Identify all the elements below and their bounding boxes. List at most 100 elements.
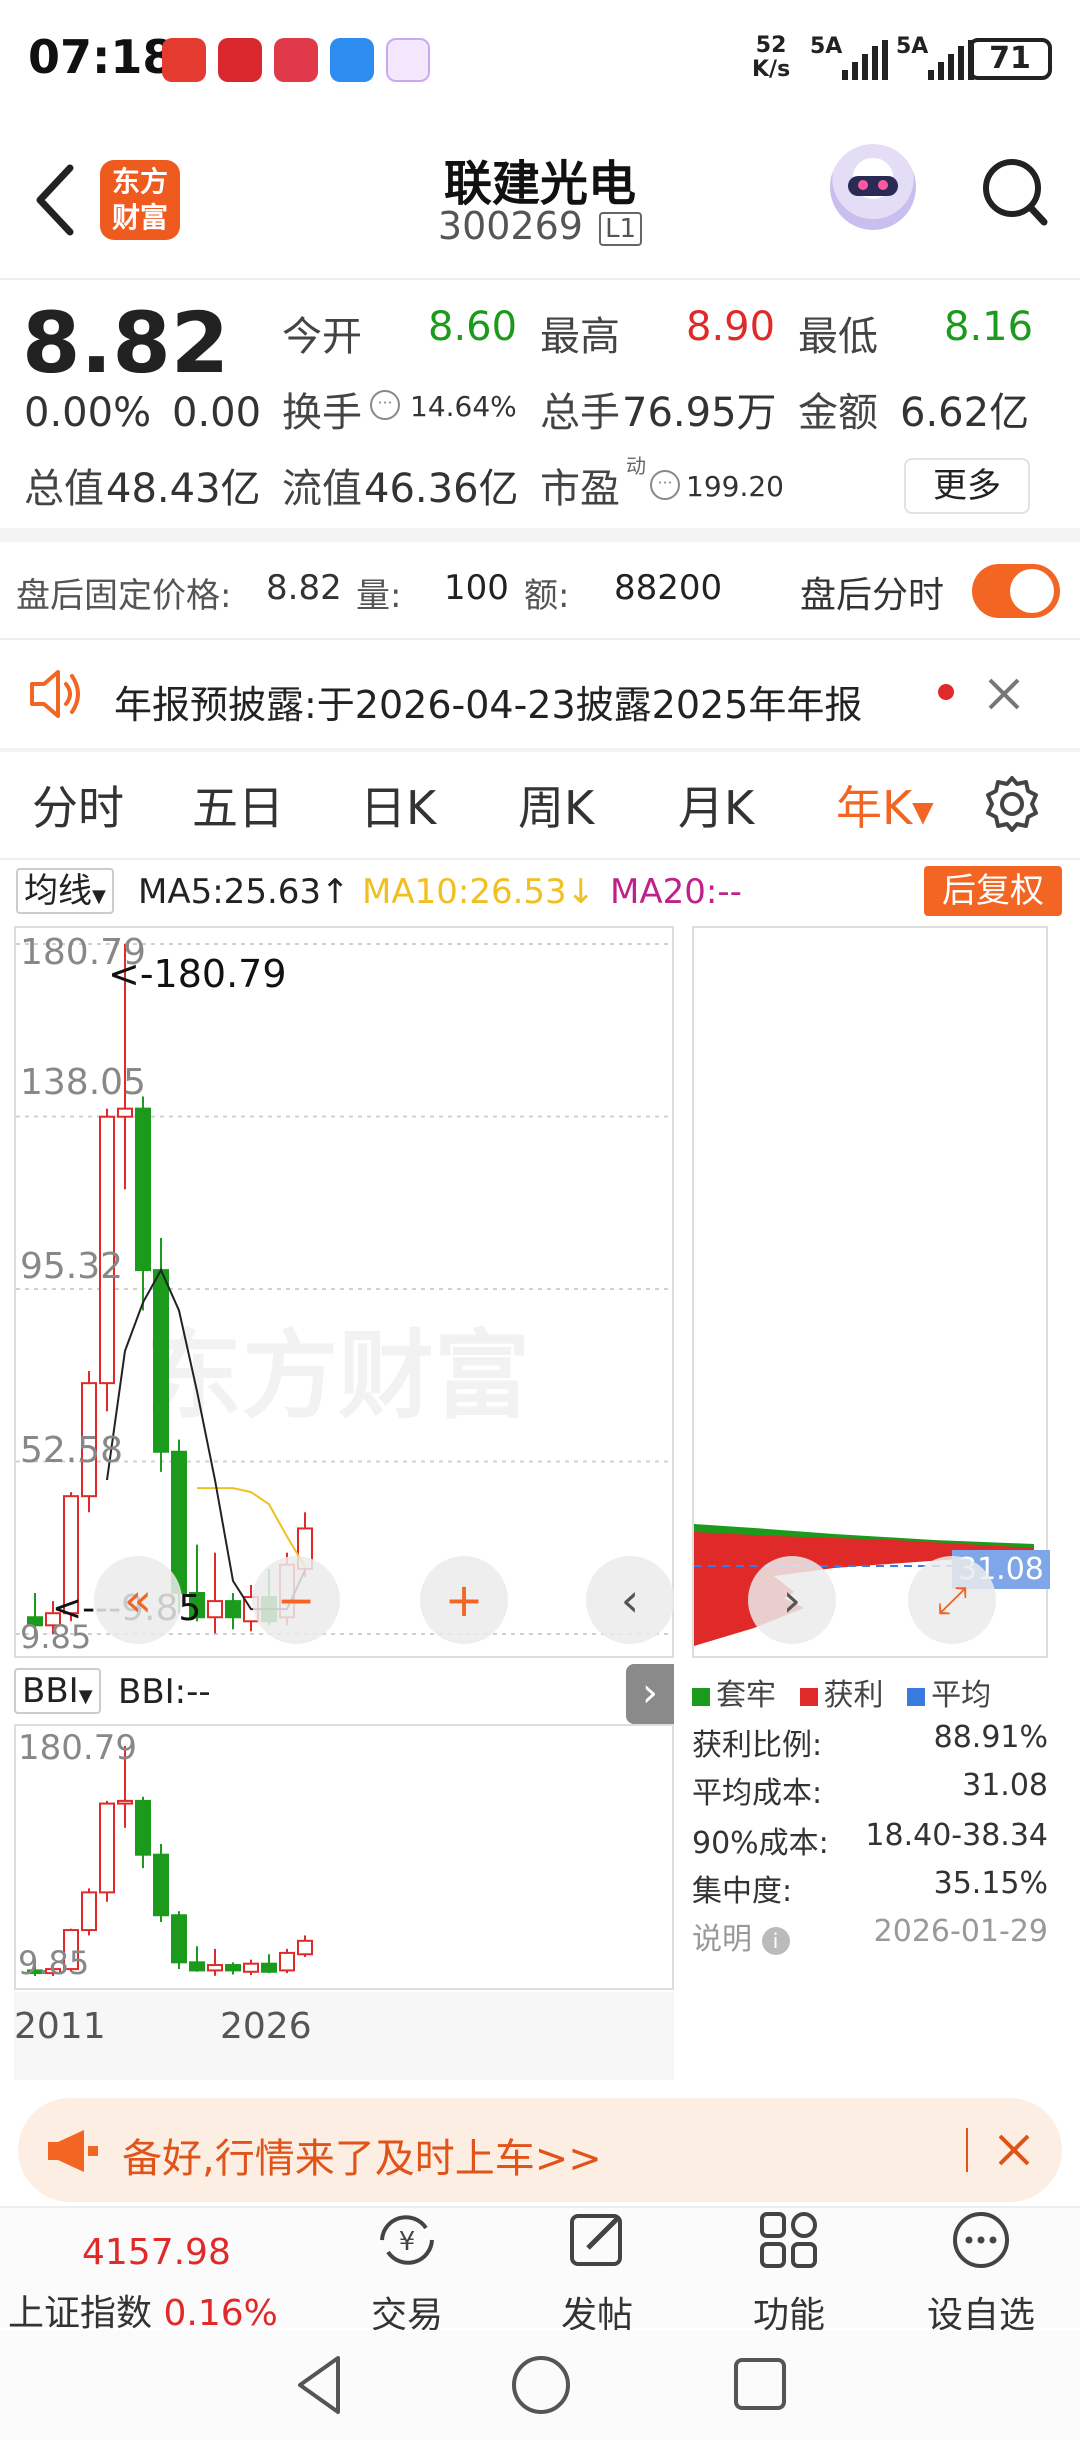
mktcap-label: 总值: [24, 466, 104, 512]
sub-chart[interactable]: 180.79 9.85: [14, 1724, 674, 1990]
promo-banner[interactable]: 备好,行情来了及时上车>>: [18, 2098, 1062, 2202]
notice-red-dot: [938, 684, 954, 700]
tab-yuek[interactable]: 月K: [678, 772, 754, 838]
turnover-label: 换手: [282, 390, 362, 436]
scroll-left-button[interactable]: ‹: [586, 1556, 674, 1644]
high-label: 最高: [540, 314, 620, 360]
candle-body: [207, 1600, 223, 1619]
index-name: 上证指数: [8, 2293, 153, 2334]
chip-scroll-right-button[interactable]: ›: [748, 1556, 836, 1644]
after-hours-price: 8.82: [266, 568, 342, 608]
app-gallery-icon: [274, 38, 318, 82]
chip-row-label: 获利比例:: [692, 1728, 823, 1763]
bbi-value: BBI:--: [118, 1672, 211, 1712]
more-button[interactable]: 更多: [904, 458, 1030, 514]
max-annotation: <-180.79: [108, 952, 287, 996]
candle-body: [225, 1600, 241, 1619]
notice-bar[interactable]: 年报预披露:于2026-04-23披露2025年年报: [0, 640, 1080, 748]
nav-add-watchlist[interactable]: 设自选: [906, 2210, 1056, 2338]
candle-body: [297, 1939, 313, 1956]
volume-value: 76.95万: [622, 390, 777, 436]
close-icon[interactable]: [996, 2132, 1032, 2168]
status-bar: 07:18 52 K/s 5A 5A 71: [0, 0, 1080, 120]
ma10-value: MA10:26.53↓: [362, 872, 596, 912]
chip-row-value: 88.91%: [933, 1720, 1048, 1755]
bbi-bar: BBI▼ BBI:-- ›: [14, 1664, 674, 1724]
gear-icon[interactable]: [982, 774, 1042, 834]
after-hours-label: 盘后固定价格:: [16, 576, 232, 616]
expand-right-button[interactable]: ›: [626, 1664, 674, 1724]
search-icon[interactable]: [980, 154, 1050, 234]
megaphone-icon: [48, 2130, 98, 2172]
candle-body: [189, 1961, 205, 1972]
ma10-line: [197, 1487, 306, 1568]
legend-average: 平均: [931, 1678, 992, 1713]
index-value[interactable]: 4157.98: [82, 2232, 231, 2273]
system-recents-icon[interactable]: [730, 2354, 790, 2414]
x-tick-label: 2026: [220, 2006, 312, 2047]
kline-chart[interactable]: 东方财富 180.79 138.05 95.32 52.58 9.85 <-18…: [14, 926, 674, 1658]
last-price: 8.82: [22, 294, 230, 392]
nav-trade[interactable]: ¥ 交易: [332, 2210, 482, 2338]
tab-wuri[interactable]: 五日: [192, 772, 284, 838]
app-notification-icon-2: [218, 38, 262, 82]
x-axis: 2011 2026: [14, 1992, 674, 2080]
volume-label: 总手: [540, 390, 620, 436]
chip-distribution-chart[interactable]: 31.08 › ⤢: [692, 926, 1050, 1658]
chip-note[interactable]: 说明 i: [692, 1914, 790, 1958]
candle-body: [261, 1962, 277, 1973]
tab-fenshi[interactable]: 分时: [32, 772, 124, 838]
info-icon[interactable]: ···: [370, 390, 400, 420]
chip-note-date: 2026-01-29: [873, 1914, 1048, 1949]
y-tick-label: 138.05: [20, 1062, 146, 1103]
after-hours-vol-value: 100: [444, 568, 509, 608]
high-value: 8.90: [686, 304, 776, 350]
robot-avatar[interactable]: [830, 144, 916, 230]
after-hours-toggle[interactable]: [972, 564, 1060, 618]
candle-body: [207, 1964, 223, 1972]
tab-zhouk[interactable]: 周K: [518, 772, 594, 838]
close-icon[interactable]: [984, 674, 1024, 714]
candle-body: [81, 1891, 97, 1932]
more-circle-icon: [953, 2212, 1009, 2268]
kline-svg: [16, 943, 672, 1635]
expand-icon[interactable]: ⤢: [908, 1556, 996, 1644]
nav-function[interactable]: 功能: [714, 2210, 864, 2338]
signal-icon-1: 5A: [810, 34, 888, 82]
system-home-icon[interactable]: [508, 2352, 574, 2418]
ma20-value: MA20:--: [610, 872, 742, 912]
nav-post[interactable]: 发帖: [522, 2210, 672, 2338]
header: 东方财富 联建光电 300269 L1: [0, 130, 1080, 275]
amount-label: 金额: [798, 390, 878, 436]
notice-text: 年报预披露:于2026-04-23披露2025年年报: [114, 683, 863, 727]
candle-body: [243, 1962, 259, 1973]
tab-rik[interactable]: 日K: [360, 772, 436, 838]
ma-selector[interactable]: 均线▼: [16, 868, 114, 914]
zoom-in-button[interactable]: +: [420, 1556, 508, 1644]
message-icon: [330, 38, 374, 82]
bbi-selector[interactable]: BBI▼: [14, 1668, 101, 1714]
chevron-down-icon: ▼: [92, 886, 106, 907]
candle-body: [99, 1802, 115, 1894]
open-value: 8.60: [428, 304, 518, 350]
scroll-left-fast-button[interactable]: «: [94, 1556, 182, 1644]
system-back-icon[interactable]: [290, 2352, 350, 2418]
chip-row-label: 90%成本:: [692, 1826, 829, 1861]
after-hours-bar: 盘后固定价格: 8.82 量: 100 额: 88200 盘后分时: [0, 542, 1080, 638]
svg-text:¥: ¥: [399, 2227, 416, 2257]
change-abs: 0.00: [172, 390, 262, 436]
chip-histogram: [694, 1524, 1046, 1646]
candle-body: [117, 1799, 133, 1805]
adjust-button[interactable]: 后复权: [924, 866, 1062, 916]
index-row[interactable]: 上证指数 0.16%: [8, 2284, 278, 2336]
info-icon[interactable]: ···: [650, 470, 680, 500]
low-value: 8.16: [944, 304, 1034, 350]
sub-y-tick-label: 180.79: [18, 1728, 137, 1768]
trade-icon: ¥: [380, 2215, 434, 2265]
after-hours-vol-label: 量:: [356, 576, 402, 616]
stock-code: 300269: [437, 204, 583, 248]
zoom-out-button[interactable]: −: [252, 1556, 340, 1644]
chip-row-value: 31.08: [962, 1768, 1048, 1803]
chip-row-label: 平均成本:: [692, 1776, 823, 1811]
tab-niank[interactable]: 年K▼: [836, 772, 934, 838]
